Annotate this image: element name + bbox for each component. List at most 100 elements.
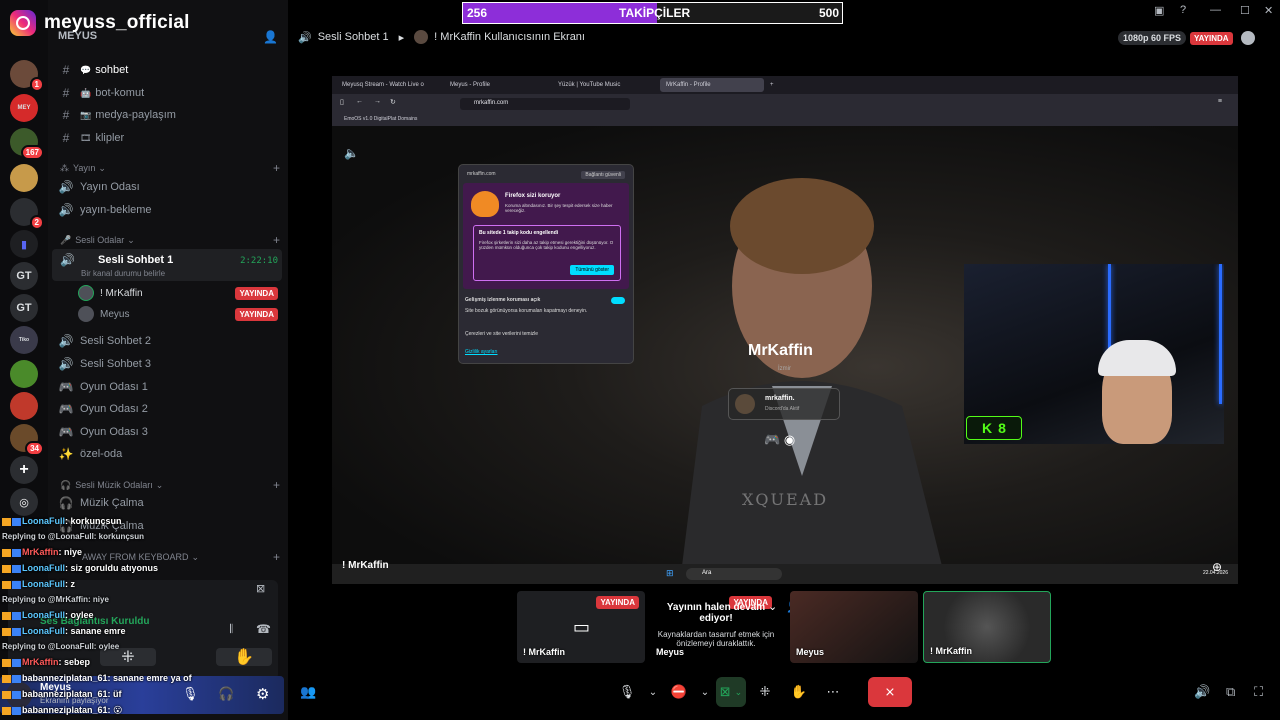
channel-klipler[interactable]: # 🎞 klipler: [58, 127, 280, 149]
activities-button[interactable]: ⁜: [750, 677, 780, 707]
close-icon[interactable]: ⊠: [256, 582, 265, 595]
folder-icon[interactable]: ▮: [10, 230, 38, 258]
goal-target: 500: [818, 6, 839, 20]
add-server-icon[interactable]: +: [10, 456, 38, 484]
participant-tile-meyus[interactable]: Meyus: [790, 591, 918, 663]
invite-icon[interactable]: 👥: [300, 684, 316, 700]
voice-user-meyus[interactable]: Meyus YAYINDA: [78, 304, 278, 324]
channel-yayin-odasi[interactable]: 🔊 Yayın Odası: [58, 176, 280, 198]
channel-sesli-2[interactable]: 🔊 Sesli Sohbet 2: [58, 330, 280, 352]
chevron-down-icon[interactable]: ⌄: [768, 600, 777, 613]
inbox-icon[interactable]: ▣: [1154, 4, 1164, 17]
sidebar-icon[interactable]: ▯: [340, 98, 344, 106]
server-avatar-3[interactable]: [10, 164, 38, 192]
quality-label[interactable]: 1080p 60 FPS: [1118, 31, 1187, 45]
server-avatar-8[interactable]: 34: [10, 424, 44, 456]
help-icon[interactable]: ?: [1180, 4, 1186, 16]
category-muzik[interactable]: 🎧 Sesli Müzik Odaları ⌄ +: [60, 477, 280, 493]
server-avatar-2[interactable]: 167: [10, 128, 44, 160]
soundboard-button[interactable]: ✋: [216, 648, 272, 666]
tracker-text: Firefox şirketlerin sizi daha az takip e…: [479, 240, 614, 250]
mute-icon[interactable]: 🔈: [344, 146, 359, 160]
protection-toggle[interactable]: [611, 297, 625, 304]
close-icon[interactable]: ✕: [1264, 4, 1273, 17]
menu-icon[interactable]: ≡: [1218, 98, 1222, 105]
add-channel-icon[interactable]: +: [273, 550, 280, 564]
channel-sesli-3[interactable]: 🔊 Sesli Sohbet 3: [58, 353, 280, 375]
new-tab-icon[interactable]: +: [770, 82, 774, 88]
headphones-icon[interactable]: 🎧: [218, 686, 234, 702]
disconnect-icon[interactable]: ☎: [256, 622, 271, 636]
chat-bubble-icon[interactable]: [1240, 31, 1255, 45]
volume-icon[interactable]: 🔊: [1194, 684, 1210, 700]
channel-status[interactable]: Bir kanal durumu belirle: [81, 269, 165, 278]
server-avatar-4[interactable]: 2: [10, 198, 44, 230]
reload-icon[interactable]: ↻: [390, 98, 396, 106]
channel-oyun-2[interactable]: 🎮 Oyun Odası 2: [58, 398, 280, 420]
browser-tab[interactable]: Meyusq Stream - Watch Live o: [336, 78, 440, 92]
soundboard-button[interactable]: ✋: [784, 677, 814, 707]
discord-card[interactable]: mrkaffin. Discord'da Aktif: [728, 388, 840, 420]
browser-tab-active[interactable]: MrKaffin - Profile: [660, 78, 764, 92]
add-member-icon[interactable]: 👤: [263, 30, 278, 44]
add-channel-icon[interactable]: +: [273, 478, 280, 492]
mic-button[interactable]: 🎙: [612, 677, 642, 707]
secure-connection-button[interactable]: Bağlantı güvenli: [581, 171, 625, 179]
add-channel-icon[interactable]: +: [273, 161, 280, 175]
discover-icon[interactable]: ◎: [10, 488, 38, 516]
channel-bot-komut[interactable]: # 🤖 bot-komut: [58, 82, 280, 104]
channel-ozel-oda[interactable]: ✨ özel-oda: [58, 443, 280, 465]
camera-button[interactable]: ⛔: [664, 677, 694, 707]
channel-medya[interactable]: # 📷 medya-paylaşım: [58, 104, 280, 126]
screen-share-button[interactable]: ⊠ ⌄: [716, 677, 746, 707]
gear-icon[interactable]: ⚙: [256, 685, 269, 703]
more-button[interactable]: ⋯: [818, 677, 848, 707]
mic-icon[interactable]: 🎙: [182, 686, 199, 702]
back-icon[interactable]: ←: [356, 98, 363, 105]
add-channel-icon[interactable]: +: [273, 233, 280, 247]
maximize-icon[interactable]: ☐: [1240, 4, 1250, 17]
voice-user-mrkaffin[interactable]: ! MrKaffin YAYINDA: [78, 283, 278, 303]
minimize-icon[interactable]: —: [1210, 4, 1221, 16]
leave-call-button[interactable]: ⨯: [868, 677, 912, 707]
channel-oyun-3[interactable]: 🎮 Oyun Odası 3: [58, 421, 280, 443]
browser-tab[interactable]: Meyus - Profile: [444, 78, 548, 92]
avatar: [414, 30, 429, 44]
category-sesli[interactable]: 🎤 Sesli Odalar ⌄ +: [60, 232, 280, 248]
hash-icon: #: [62, 86, 70, 100]
popout-icon[interactable]: ⧉: [1226, 684, 1235, 700]
channel-muzik-1[interactable]: 🎧 Müzik Çalma: [58, 492, 280, 514]
steam-icon[interactable]: ◉: [784, 432, 795, 447]
taskbar-search[interactable]: Ara: [686, 568, 782, 580]
channel-sohbet[interactable]: # 💬 sohbet: [58, 59, 280, 81]
server-avatar-1[interactable]: 1: [10, 60, 44, 92]
discord-icon[interactable]: 🎮: [764, 432, 780, 447]
forward-icon[interactable]: →: [374, 98, 381, 105]
participant-tile-mrkaffin[interactable]: ! MrKaffin: [923, 591, 1051, 663]
server-avatar-5[interactable]: Tiko: [10, 326, 38, 354]
soundboard-icon[interactable]: 𝄃: [230, 622, 233, 637]
active-voice-channel[interactable]: 🔊 Sesli Sohbet 1 Bir kanal durumu belirl…: [52, 249, 282, 281]
privacy-settings-link[interactable]: Gizlilik ayarları: [465, 349, 498, 355]
camera-options-button[interactable]: ⌄: [698, 677, 712, 707]
screen-share-view[interactable]: Meyusq Stream - Watch Live o Meyus - Pro…: [332, 76, 1238, 584]
voice-channel-name[interactable]: Sesli Sohbet 1: [318, 31, 389, 43]
server-gt-1[interactable]: GT: [10, 262, 38, 290]
browser-tab[interactable]: Yüzük | YouTube Music: [552, 78, 656, 92]
category-yayin[interactable]: ⁂ Yayın ⌄ +: [60, 160, 280, 176]
server-gt-2[interactable]: GT: [10, 294, 38, 322]
server-meyus[interactable]: MEY: [10, 94, 38, 122]
mic-options-button[interactable]: ⌄: [646, 677, 660, 707]
clear-cookies-button[interactable]: Çerezleri ve site verilerini temizle: [465, 331, 538, 337]
show-all-button[interactable]: Tümünü göster: [570, 265, 614, 275]
channel-yayin-bekleme[interactable]: 🔊 yayın-bekleme: [58, 199, 280, 221]
zoom-icon[interactable]: ⊕: [1212, 560, 1222, 574]
soundboard-icon: ✋: [790, 684, 808, 699]
server-avatar-6[interactable]: [10, 360, 38, 388]
channel-oyun-1[interactable]: 🎮 Oyun Odası 1: [58, 376, 280, 398]
windows-icon[interactable]: ⊞: [666, 568, 674, 579]
fullscreen-icon[interactable]: ⛶: [1254, 684, 1263, 700]
url-bar[interactable]: mrkaffin.com: [460, 98, 630, 110]
server-avatar-7[interactable]: [10, 392, 38, 420]
participant-tile-mrkaffin-screen[interactable]: YAYINDA ▭ ! MrKaffin: [517, 591, 645, 663]
